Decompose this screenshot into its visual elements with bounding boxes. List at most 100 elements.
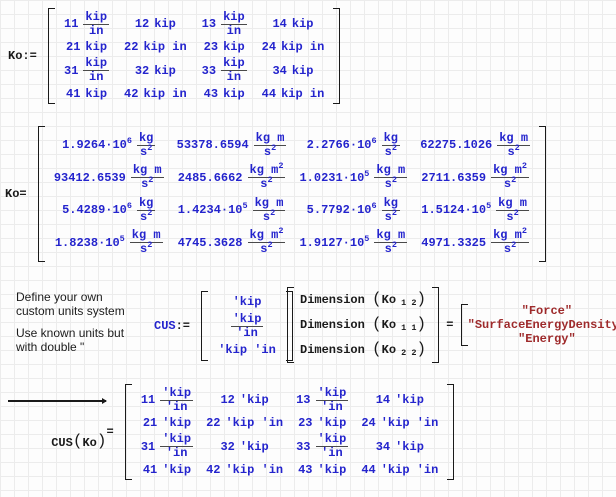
note-lines: Define your owncustom units systemUse kn… [16,291,125,354]
dimension-call: Dimension (Ko 1 2) [300,291,426,309]
vectorize-expression: CUS(Ko) [8,398,106,465]
unit-numerator: kg m [497,132,530,146]
matrix-cell: 42'kip 'in [206,463,283,477]
equals-operator [439,318,446,332]
cell-unit: 'kip [240,393,269,407]
matrix-cell: 33'kip'in [296,433,348,459]
cell-value: 32 [220,440,234,454]
matrix-cell: 5.7792·106kgs2 [299,197,407,223]
right-bracket [447,384,454,480]
matrix-cell: 11 kipin [64,11,109,37]
cell-value: 24 [361,416,375,430]
unit-fraction: kipin [83,11,109,37]
matrix-cell: 23'kip [296,416,348,430]
variable-name: Ko [8,49,22,63]
unit-denominator: 'in [319,447,345,460]
unit-denominator: in [87,71,105,84]
unit-denominator: s2 [262,146,278,159]
unit-denominator: s2 [258,243,274,256]
unit-denominator: 'in [234,327,260,340]
equals-sign: = [446,318,453,332]
matrix-cell: 1.4234·105kg ms2 [177,197,287,223]
math-region-dimension[interactable]: Dimension (Ko 1 2)Dimension (Ko 1 1)Dime… [287,287,616,363]
matrix-cell: 21'kip [141,416,193,430]
open-paren: ( [372,340,382,358]
unit-numerator: kip [83,57,109,71]
note-line: custom units system [16,305,125,319]
left-bracket [201,291,208,361]
unit-fraction: kgs2 [137,132,155,158]
cell-unit: 'kip [395,440,424,454]
left-bracket [125,384,132,480]
cell-value: 24 [262,40,276,54]
matrix-cell: 12kip [124,17,187,31]
spacer [453,318,460,332]
ko-definition-matrix: 11kipin12kip13kipin14kip21kip22kip in23k… [48,8,340,104]
cell-value: 43 [204,87,218,101]
text-region-note[interactable]: Define your owncustom units systemUse kn… [16,291,125,354]
matrix-cell: 11'kip'in [141,387,193,413]
dimension-results-matrix: "Force""SurfaceEnergyDensity""Energy" [461,304,616,346]
math-region-cus-applied[interactable]: CUS(Ko) = 11'kip'in12'kip13'kip'in14'kip… [8,384,454,480]
unit-fraction: kg ms2 [254,132,287,158]
cell-unit: 'kip 'in [218,343,276,357]
unit-denominator: s2 [138,211,154,224]
unit-fraction: 'kip'in [231,313,264,339]
argument-name: Ko [82,436,96,450]
matrix-cell: 14kip [262,17,325,31]
cell-value: 2.2766·106 [307,138,377,152]
matrix-grid: 'kip 'kip'in 'kip 'in [208,291,286,361]
cell-value: 33 [296,440,310,454]
math-region-ko-evaluated[interactable]: Ko= 1.9264·106kgs253378.6594kg ms22.2766… [5,126,546,262]
cell-value: 42 [206,463,220,477]
matrix-cell: 34'kip [361,440,438,454]
cell-value: 13 [202,17,216,31]
function-name: Dimension [300,293,372,307]
cell-value: "Force" [522,304,572,318]
cell-value: 5.7792·106 [307,203,377,217]
matrix-cell: 4971.3325kg m2s2 [420,229,530,255]
math-region-cus-definition[interactable]: CUS:= 'kip'kip'in'kip 'in [154,291,293,361]
unit-denominator: in [87,25,105,38]
cell-value: 2485.6662 [178,171,243,185]
unit-denominator: s2 [261,211,277,224]
unit-fraction: kgs2 [382,132,400,158]
math-region-ko-definition[interactable]: Ko:= 11kipin12kip13kipin14kip21kip22kip … [8,8,340,104]
cell-value: 42 [124,87,138,101]
matrix-cell: 'kip'in [218,313,276,339]
cell-unit: 'kip [318,463,347,477]
cell-value: 1.9264·106 [62,138,132,152]
matrix-cell: 34kip [262,64,325,78]
open-paren: ( [372,315,382,333]
unit-denominator: 'in [164,447,190,460]
cell-unit: kip [292,64,314,78]
variable-name: CUS [154,319,176,333]
cell-value: 1.9127·105 [299,236,369,250]
matrix-cell: 1.0231·105kg ms2 [299,164,407,190]
cell-value: 41 [66,87,80,101]
cell-value: 11 [64,17,78,31]
cell-value: 93412.6539 [54,171,126,185]
cell-value: 32 [135,64,149,78]
unit-denominator: s2 [504,211,520,224]
unit-denominator: s2 [138,146,154,159]
cell-unit: kip [223,40,245,54]
unit-numerator: kip [83,11,109,25]
matrix-cell: "Energy" [468,332,616,346]
matrix-cell: 'kip [218,295,276,309]
function-name: CUS [51,436,73,450]
unit-denominator: in [225,25,243,38]
cell-value: 4971.3325 [421,236,486,250]
unit-fraction: kg ms2 [497,132,530,158]
cell-value: 13 [296,393,310,407]
matrix-cell: 5.4289·106kgs2 [54,197,164,223]
matrix-cell: 32kip [124,64,187,78]
cell-unit: 'kip [395,393,424,407]
matrix-cell: 44kip in [262,87,325,101]
matrix-grid: 1.9264·106kgs253378.6594kg ms22.2766·106… [45,126,539,262]
cell-value: 21 [143,416,157,430]
left-bracket [48,8,55,104]
cell-unit: 'kip [162,463,191,477]
cell-value: 4745.3628 [178,236,243,250]
cell-value: 1.5124·105 [421,203,491,217]
